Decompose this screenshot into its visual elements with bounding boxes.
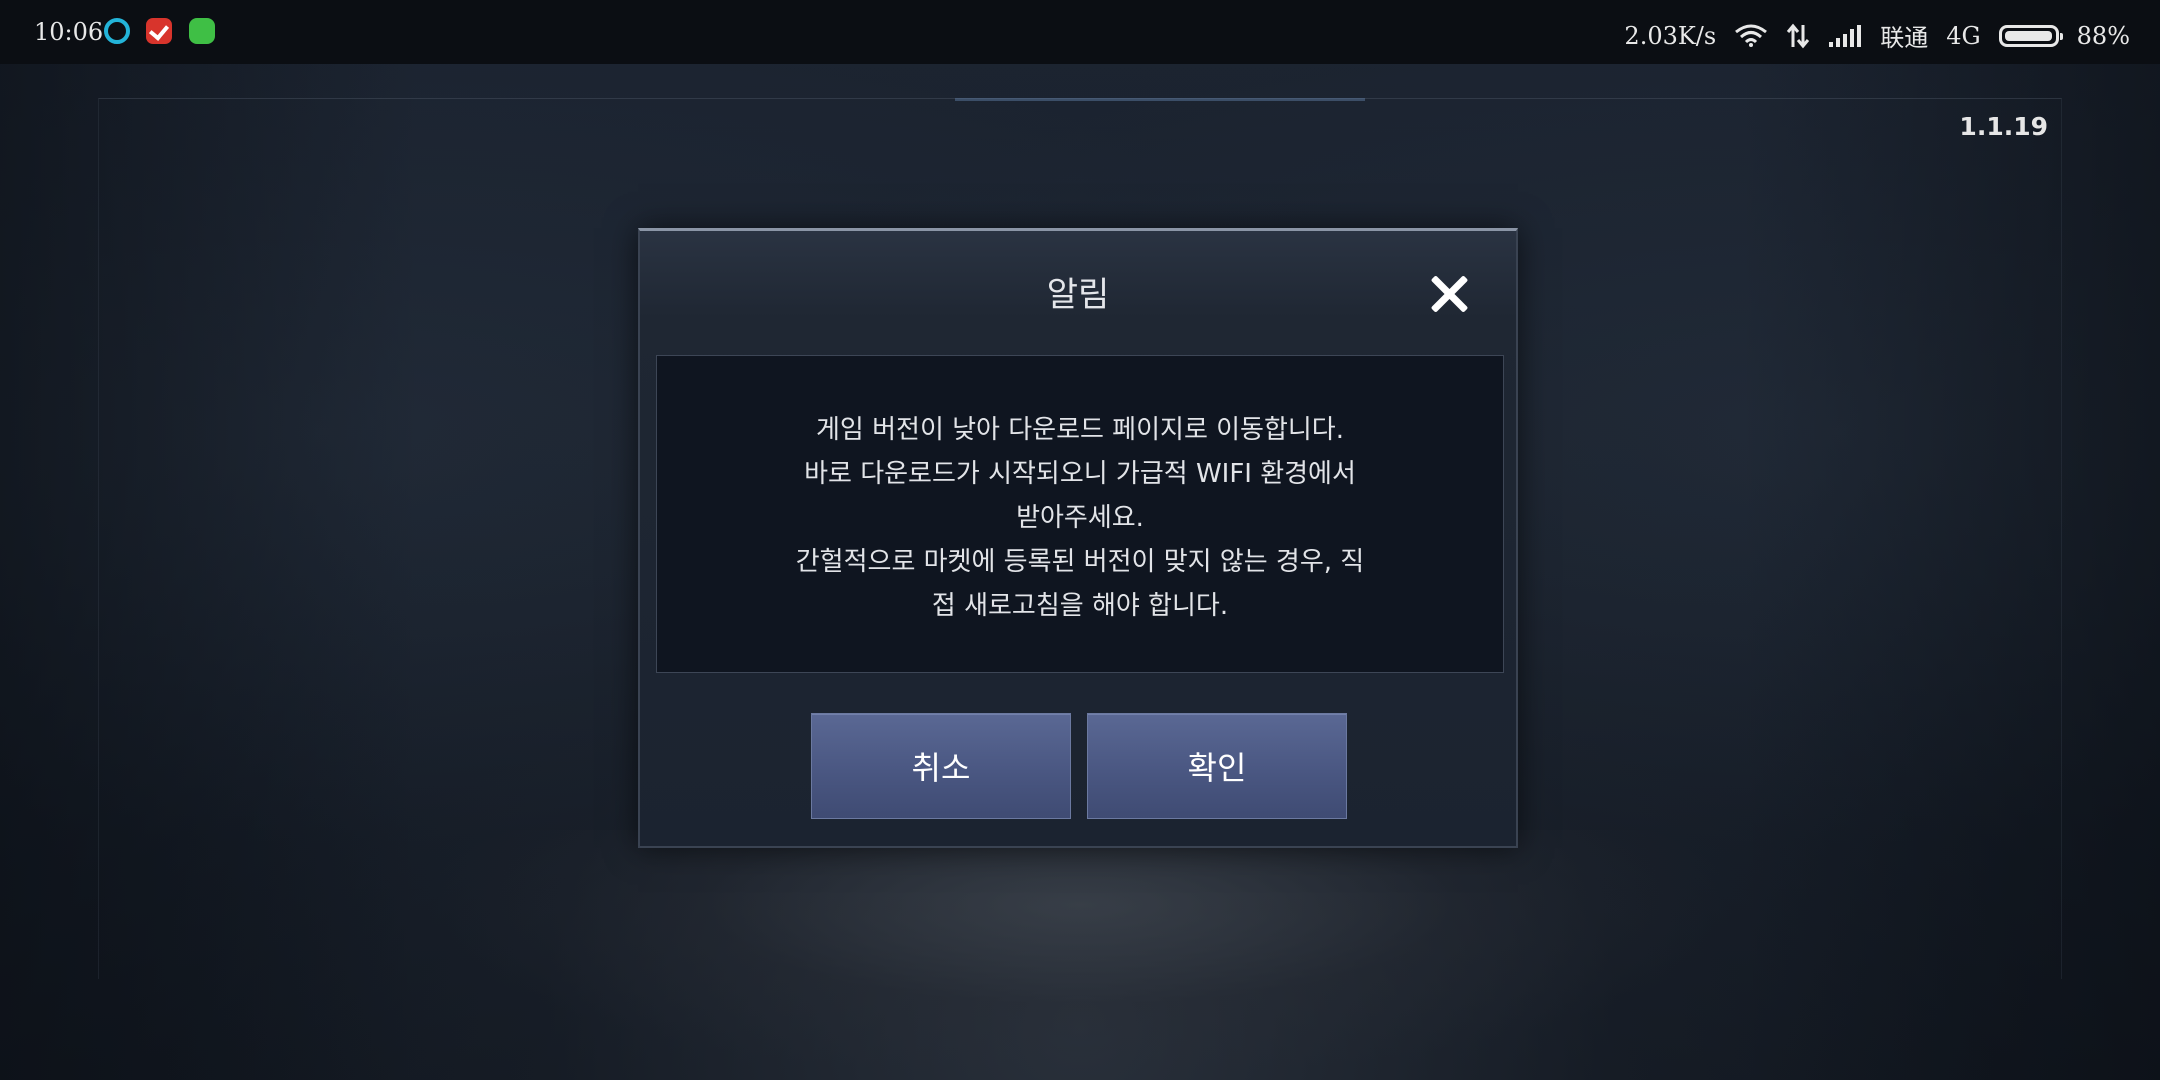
background-crowd xyxy=(420,830,1740,1080)
signal-strength-icon xyxy=(1828,24,1862,48)
message-line: 간헐적으로 마켓에 등록된 버전이 맞지 않는 경우, 직 xyxy=(795,547,1365,577)
app-notification-green-face-icon xyxy=(189,18,215,44)
app-notification-red-check-icon xyxy=(146,18,172,44)
status-time: 10:06 xyxy=(34,18,104,46)
message-line: 바로 다운로드가 시작되오니 가급적 WIFI 환경에서 xyxy=(804,459,1356,489)
wifi-icon xyxy=(1734,24,1768,48)
app-notification-blue-ring-icon xyxy=(104,18,130,44)
network-type: 4G xyxy=(1946,21,1981,50)
message-line: 받아주세요. xyxy=(1016,503,1144,533)
dialog-message: 게임 버전이 낮아 다운로드 페이지로 이동합니다. 바로 다운로드가 시작되오… xyxy=(657,408,1503,628)
game-version-label: 1.1.19 xyxy=(1959,112,2048,141)
carrier-name: 联通 xyxy=(1880,24,1929,52)
game-screen: 10:06 2.03K/s 联通 4G 88% 1.1.19 알림 게임 버전이… xyxy=(0,0,2160,1080)
notice-dialog: 알림 게임 버전이 낮아 다운로드 페이지로 이동합니다. 바로 다운로드가 시… xyxy=(638,228,1518,848)
message-line: 게임 버전이 낮아 다운로드 페이지로 이동합니다. xyxy=(816,415,1344,445)
battery-percent: 88% xyxy=(2076,21,2130,50)
status-bar: 10:06 2.03K/s 联通 4G 88% xyxy=(0,0,2160,64)
battery-icon xyxy=(1998,24,2063,47)
confirm-button[interactable]: 확인 xyxy=(1087,713,1347,819)
data-arrows-icon xyxy=(1786,23,1810,49)
background-top-glow xyxy=(955,98,1365,101)
cancel-button[interactable]: 취소 xyxy=(811,713,1071,819)
message-line: 접 새로고침을 해야 합니다. xyxy=(931,591,1229,621)
dialog-message-box: 게임 버전이 낮아 다운로드 페이지로 이동합니다. 바로 다운로드가 시작되오… xyxy=(656,355,1504,673)
close-icon[interactable] xyxy=(1426,271,1472,317)
network-speed: 2.03K/s xyxy=(1624,21,1717,50)
status-right-group: 2.03K/s 联通 4G 88% xyxy=(1624,18,2130,53)
dialog-title: 알림 xyxy=(1046,275,1110,315)
